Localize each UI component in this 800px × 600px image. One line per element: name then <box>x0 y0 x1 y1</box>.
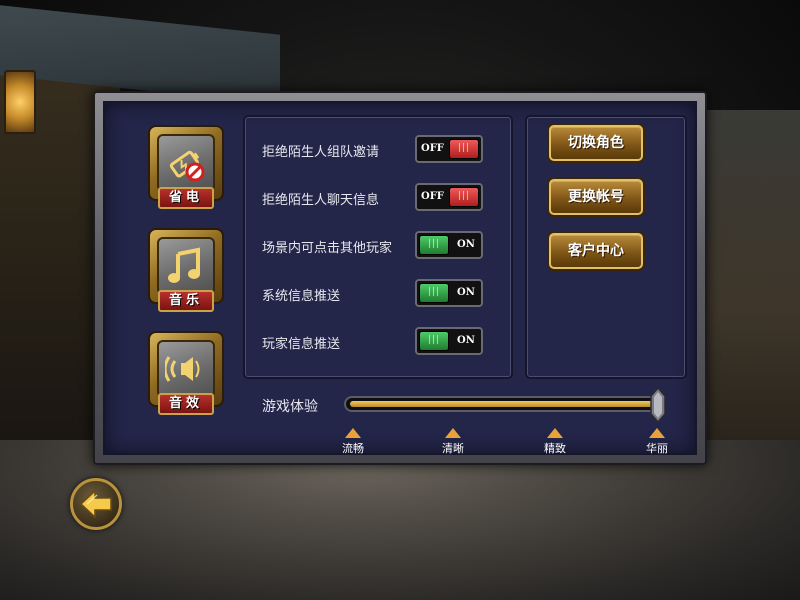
power-save-button[interactable]: 省电 <box>148 125 224 211</box>
setting-label: 系统信息推送 <box>262 289 341 304</box>
toggle-knob: ||| <box>449 187 479 207</box>
switch-role-button[interactable]: 切换角色 <box>549 125 643 161</box>
back-arrow-icon <box>79 489 112 519</box>
music-label: 音乐 <box>158 290 214 312</box>
toggle-state-text: OFF <box>421 191 444 202</box>
toggle-knob: ||| <box>419 283 449 303</box>
tick-marker-icon <box>445 428 461 438</box>
sound-effects-label: 音效 <box>158 393 214 415</box>
setting-label: 玩家信息推送 <box>262 337 341 352</box>
setting-label: 拒绝陌生人聊天信息 <box>262 193 380 208</box>
slider-handle-icon <box>650 386 666 424</box>
setting-row: 场景内可点击其他玩家 ||| ON <box>262 231 492 261</box>
toggle-state-text: ON <box>457 239 475 250</box>
quality-slider-thumb[interactable] <box>650 386 666 424</box>
quality-tick[interactable]: 流畅 <box>328 428 378 456</box>
tick-marker-icon <box>345 428 361 438</box>
toggle-state-text: ON <box>457 335 475 346</box>
quality-tick-label: 精致 <box>544 442 566 455</box>
toggle-switch[interactable]: ||| ON <box>415 231 483 259</box>
setting-row: 系统信息推送 ||| ON <box>262 279 492 309</box>
toggle-state-text: OFF <box>421 143 444 154</box>
quality-tick[interactable]: 精致 <box>530 428 580 456</box>
setting-row: 拒绝陌生人组队邀请 OFF ||| <box>262 135 492 165</box>
quality-tick-label: 华丽 <box>646 442 668 455</box>
power-save-label: 省电 <box>158 187 214 209</box>
quality-slider-label: 游戏体验 <box>262 399 318 415</box>
music-core <box>157 237 215 295</box>
toggle-state-text: ON <box>457 287 475 298</box>
quality-slider-track[interactable] <box>344 396 660 412</box>
music-note-icon <box>168 247 200 283</box>
quality-tick[interactable]: 清晰 <box>428 428 478 456</box>
quality-slider-fill <box>350 401 654 407</box>
sound-effects-core <box>157 340 215 398</box>
sound-effects-button[interactable]: 音效 <box>148 331 224 417</box>
quality-tick-label: 流畅 <box>342 442 364 455</box>
setting-row: 拒绝陌生人聊天信息 OFF ||| <box>262 183 492 213</box>
lantern-icon <box>4 70 36 134</box>
toggle-switch[interactable]: ||| ON <box>415 327 483 355</box>
quality-tick[interactable]: 华丽 <box>632 428 682 456</box>
toggle-knob: ||| <box>419 331 449 351</box>
back-button[interactable] <box>70 478 122 530</box>
change-account-button[interactable]: 更换帐号 <box>549 179 643 215</box>
toggle-switch[interactable]: OFF ||| <box>415 135 483 163</box>
setting-label: 场景内可点击其他玩家 <box>262 241 393 256</box>
power-save-core <box>157 134 215 192</box>
speaker-icon <box>165 356 200 382</box>
toggle-knob: ||| <box>449 139 479 159</box>
setting-label: 拒绝陌生人组队邀请 <box>262 145 380 160</box>
toggle-switch[interactable]: ||| ON <box>415 279 483 307</box>
tick-marker-icon <box>547 428 563 438</box>
setting-row: 玩家信息推送 ||| ON <box>262 327 492 357</box>
tick-marker-icon <box>649 428 665 438</box>
battery-saver-icon <box>169 150 205 182</box>
music-button[interactable]: 音乐 <box>148 228 224 314</box>
customer-center-button[interactable]: 客户中心 <box>549 233 643 269</box>
toggle-switch[interactable]: OFF ||| <box>415 183 483 211</box>
toggle-knob: ||| <box>419 235 449 255</box>
quality-tick-label: 清晰 <box>442 442 464 455</box>
